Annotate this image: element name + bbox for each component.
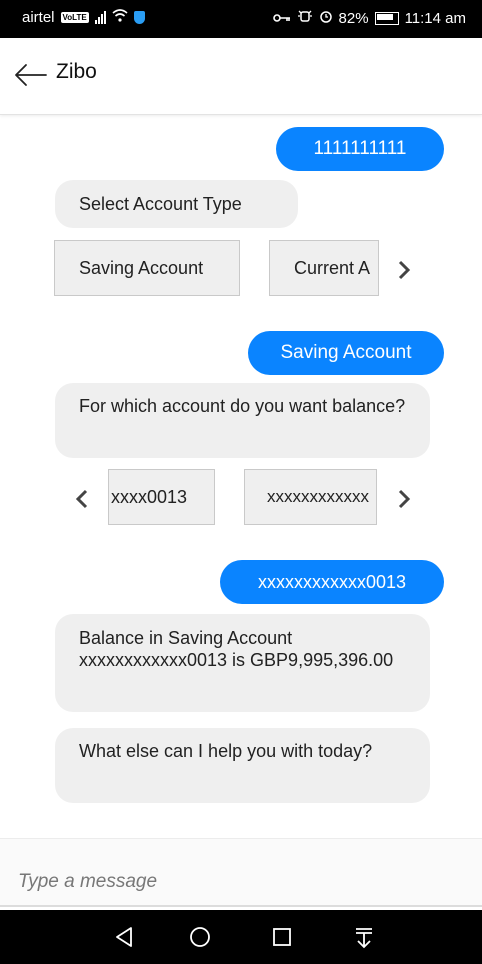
bot-message-bubble: What else can I help you with today? [55, 728, 430, 803]
shield-icon [133, 11, 145, 24]
nav-notification-pull-icon[interactable] [344, 920, 384, 954]
bot-balance-message: Balance in Saving Account xxxxxxxxxxxx00… [55, 614, 430, 712]
key-icon [272, 10, 291, 27]
account-option[interactable]: xxxx0013 [108, 469, 215, 525]
signal-icon [94, 11, 106, 24]
message-composer [0, 838, 482, 907]
bot-message-bubble: Select Account Type [55, 180, 298, 228]
chevron-right-icon[interactable] [390, 469, 418, 525]
wifi-icon [112, 9, 128, 26]
status-bar: airtel VoLTE 82% 11:14 am [0, 0, 482, 38]
back-arrow-icon[interactable] [12, 60, 48, 90]
battery-icon [374, 11, 399, 25]
bot-message-bubble: For which account do you want balance? [55, 383, 430, 458]
chat-title: Zibo [56, 60, 97, 83]
system-nav-bar [0, 910, 482, 964]
user-message-bubble: 1111111111 [276, 127, 444, 171]
nav-home-icon[interactable] [180, 920, 220, 954]
chevron-right-icon[interactable] [390, 240, 418, 296]
message-input[interactable] [18, 871, 458, 893]
user-message-bubble: xxxxxxxxxxxx0013 [220, 560, 444, 604]
user-message-bubble: Saving Account [248, 331, 444, 375]
nav-recents-icon[interactable] [262, 920, 302, 954]
carrier-label: airtel [22, 9, 55, 26]
input-underline [0, 905, 482, 907]
battery-percent: 82% [338, 9, 369, 27]
account-type-option-current[interactable]: Current A [269, 240, 379, 296]
alarm-icon [319, 9, 333, 27]
vibrate-icon [297, 9, 313, 27]
app-header: Zibo [0, 38, 482, 115]
nav-back-icon[interactable] [104, 920, 144, 954]
volte-badge: VoLTE [60, 12, 89, 23]
account-type-option-saving[interactable]: Saving Account [54, 240, 240, 296]
status-right: 82% 11:14 am [272, 9, 466, 27]
account-option[interactable]: xxxxxxxxxxxx [244, 469, 377, 525]
status-left: airtel VoLTE [22, 9, 145, 26]
chevron-left-icon[interactable] [68, 469, 96, 525]
clock-time: 11:14 am [404, 9, 466, 27]
